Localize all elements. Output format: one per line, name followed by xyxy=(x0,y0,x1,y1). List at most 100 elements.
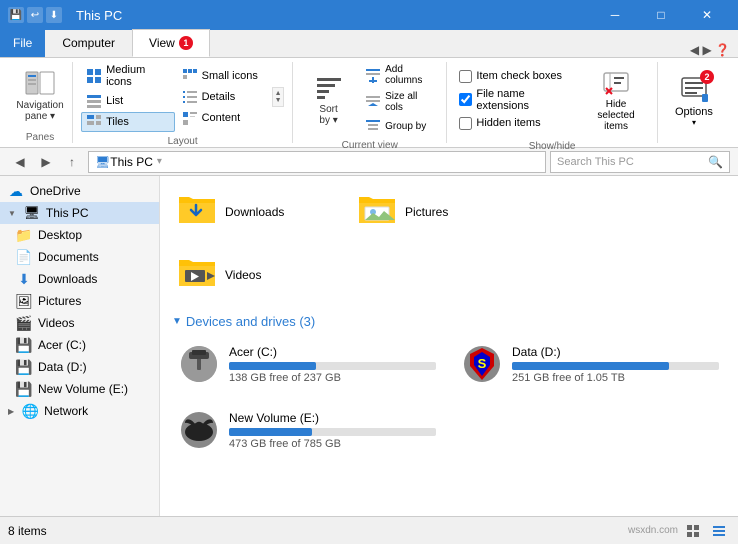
sidebar-item-network[interactable]: ▶ 🌐 Network xyxy=(0,400,159,422)
drive-item-datad[interactable]: S Data (D:) 251 GB free of 1.05 TB xyxy=(455,337,726,391)
thispc-label: This PC xyxy=(46,206,89,220)
documents-label: Documents xyxy=(38,250,99,264)
show-hide-label: Show/hide xyxy=(455,137,649,152)
layout-scroll[interactable]: ▲ ▼ xyxy=(272,87,284,107)
size-all-btn[interactable]: Size all cols xyxy=(360,89,438,115)
tiles-btn[interactable]: Tiles xyxy=(81,112,175,132)
sidebar-item-datad[interactable]: 💾 Data (D:) xyxy=(8,356,159,378)
sidebar-item-documents[interactable]: 📄 Documents xyxy=(8,246,159,268)
drive-newvolume-space: 473 GB free of 785 GB xyxy=(229,438,436,450)
devices-title: Devices and drives (3) xyxy=(186,314,315,329)
sidebar-item-pictures[interactable]: 🖼 Pictures xyxy=(8,290,159,312)
current-view-btns: Add columns Size all cols Group by xyxy=(360,62,438,136)
item-checkboxes-checkbox[interactable] xyxy=(459,70,472,83)
layout-left-col: Medium icons List Tiles xyxy=(81,62,175,132)
view-toggle-tiles[interactable] xyxy=(682,520,704,542)
back-button[interactable]: ◀ xyxy=(8,150,32,174)
onedrive-icon: ☁ xyxy=(8,183,24,199)
search-placeholder: Search This PC xyxy=(557,156,634,168)
tab-view[interactable]: View 1 xyxy=(132,29,210,57)
folder-item-downloads[interactable]: Downloads xyxy=(172,184,332,239)
nav-pane-button[interactable]: Navigationpane ▾ xyxy=(10,65,70,125)
content-area: Downloads Pictures xyxy=(160,176,738,516)
folders-section: Downloads Pictures xyxy=(172,184,726,302)
file-extensions-row[interactable]: File name extensions xyxy=(455,87,575,113)
options-icon-wrap: 2 xyxy=(678,74,710,106)
drive-acerc-bar xyxy=(229,362,316,370)
options-button[interactable]: 2 Options ▾ xyxy=(666,69,722,132)
devices-header[interactable]: ▼ Devices and drives (3) xyxy=(172,314,726,329)
tiles-icon xyxy=(86,114,102,130)
list-btn[interactable]: List xyxy=(81,91,175,111)
hidden-items-checkbox[interactable] xyxy=(459,117,472,130)
panes-items: Navigationpane ▾ xyxy=(10,62,70,128)
videos-label: Videos xyxy=(38,316,74,330)
network-arrow: ▶ xyxy=(8,407,14,416)
size-all-label: Size all cols xyxy=(385,91,433,113)
folder-item-pictures[interactable]: Pictures xyxy=(352,184,512,239)
tab-file[interactable]: File xyxy=(0,29,45,57)
folder-item-videos[interactable]: Videos xyxy=(172,247,332,302)
small-icons-btn[interactable]: Small icons xyxy=(177,66,271,86)
maximize-button[interactable]: □ xyxy=(638,0,684,30)
title-bar-left: 💾 ↩ ⬇ This PC xyxy=(8,7,122,23)
hide-selected-icon xyxy=(600,67,632,99)
up-button[interactable]: ↑ xyxy=(60,150,84,174)
drive-item-newvolume[interactable]: New Volume (E:) 473 GB free of 785 GB xyxy=(172,403,443,457)
list-icon xyxy=(86,93,102,109)
forward-button[interactable]: ▶ xyxy=(34,150,58,174)
content-btn[interactable]: Content xyxy=(177,108,271,128)
group-by-btn[interactable]: Group by xyxy=(360,116,438,136)
minimize-button[interactable]: ─ xyxy=(592,0,638,30)
address-path-icon: 🖥 xyxy=(95,155,110,169)
address-path[interactable]: 🖥 This PC ▾ xyxy=(88,151,546,173)
sidebar-item-thispc[interactable]: ▼ 🖥 This PC xyxy=(0,202,159,224)
drive-datad-name: Data (D:) xyxy=(512,345,719,359)
ribbon-right-arrows: ◀ ▶ ❓ xyxy=(210,43,738,57)
main-layout: ☁ OneDrive ▼ 🖥 This PC 📁 Desktop 📄 Docum… xyxy=(0,176,738,516)
undo-icon[interactable]: ↩ xyxy=(27,7,43,23)
title-bar-title: This PC xyxy=(76,8,122,23)
tab-computer[interactable]: Computer xyxy=(45,29,132,57)
hide-selected-button[interactable]: Hide selected items xyxy=(583,62,649,137)
save-icon[interactable]: 💾 xyxy=(8,7,24,23)
details-label: Details xyxy=(202,91,236,103)
file-extensions-checkbox[interactable] xyxy=(459,93,472,106)
add-column-btn[interactable]: Add columns xyxy=(360,62,438,88)
sidebar-item-downloads[interactable]: ⬇ Downloads xyxy=(8,268,159,290)
group-by-icon xyxy=(365,118,381,134)
datad-label: Data (D:) xyxy=(38,360,87,374)
close-button[interactable]: ✕ xyxy=(684,0,730,30)
hidden-items-row[interactable]: Hidden items xyxy=(455,116,575,131)
sort-icon xyxy=(313,72,345,104)
status-right: wsxdn.com xyxy=(628,520,730,542)
folders-row-2: Videos xyxy=(172,247,726,302)
drive-item-acerc[interactable]: Acer (C:) 138 GB free of 237 GB xyxy=(172,337,443,391)
search-box[interactable]: Search This PC 🔍 xyxy=(550,151,730,173)
acerc-icon: 💾 xyxy=(16,337,32,353)
network-icon: 🌐 xyxy=(22,403,38,419)
details-icon xyxy=(182,89,198,105)
address-path-text: This PC xyxy=(110,155,153,169)
medium-icons-btn[interactable]: Medium icons xyxy=(81,62,175,90)
watermark: wsxdn.com xyxy=(628,525,678,536)
documents-icon: 📄 xyxy=(16,249,32,265)
nav-pane-icon xyxy=(24,68,56,100)
thispc-arrow: ▼ xyxy=(8,209,16,218)
sidebar-item-onedrive[interactable]: ☁ OneDrive xyxy=(0,180,159,202)
properties-icon[interactable]: ⬇ xyxy=(46,7,62,23)
view-toggle-list[interactable] xyxy=(708,520,730,542)
quick-access: 💾 ↩ ⬇ xyxy=(8,7,62,23)
item-checkboxes-row[interactable]: Item check boxes xyxy=(455,69,575,84)
hidden-items-label: Hidden items xyxy=(476,117,540,129)
sort-by-button[interactable]: Sortby ▾ xyxy=(301,64,356,134)
status-bar: 8 items wsxdn.com xyxy=(0,516,738,544)
sidebar-item-desktop[interactable]: 📁 Desktop xyxy=(8,224,159,246)
folders-row-1: Downloads Pictures xyxy=(172,184,726,239)
sidebar-item-acerc[interactable]: 💾 Acer (C:) xyxy=(8,334,159,356)
file-extensions-label: File name extensions xyxy=(476,88,571,112)
sidebar-item-videos[interactable]: 🎬 Videos xyxy=(8,312,159,334)
details-btn[interactable]: Details xyxy=(177,87,271,107)
medium-icons-icon xyxy=(86,68,102,84)
sidebar-item-newvolume[interactable]: 💾 New Volume (E:) xyxy=(8,378,159,400)
